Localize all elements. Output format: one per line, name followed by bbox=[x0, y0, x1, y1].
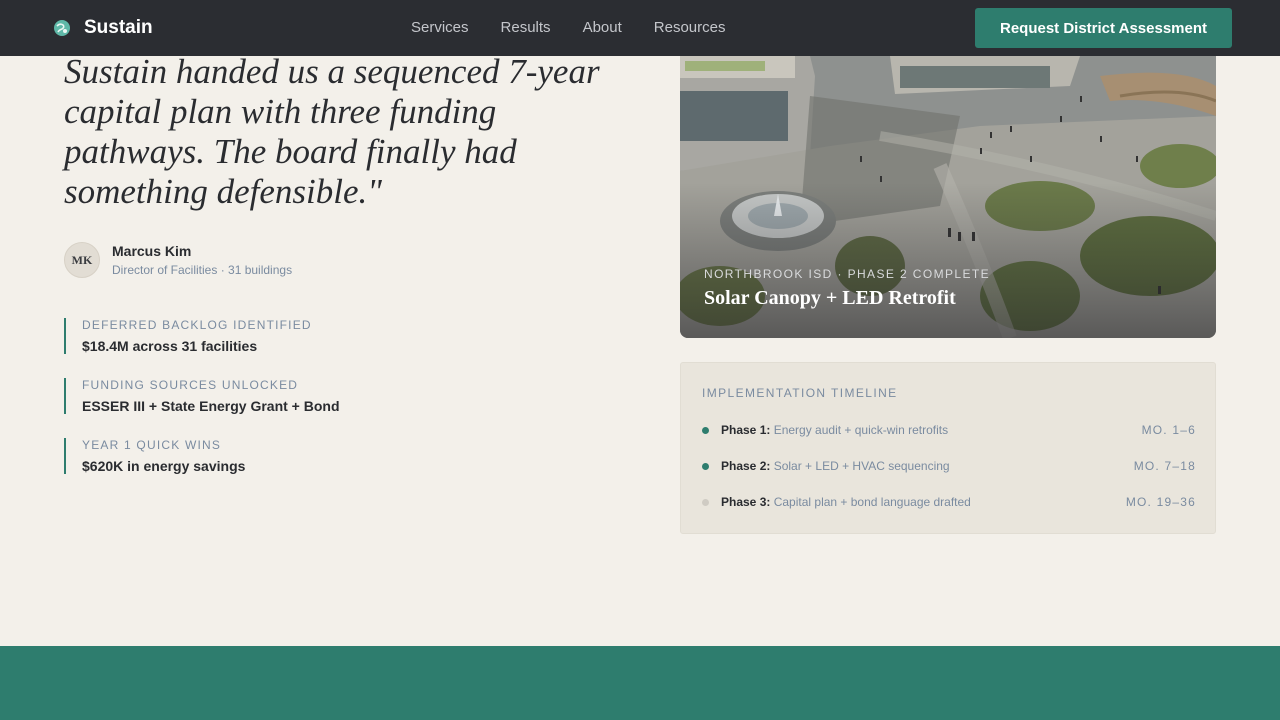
timeline-row-phase-1: Phase 1: Energy audit + quick-win retrof… bbox=[702, 421, 1196, 439]
phase-months: MO. 7–18 bbox=[1133, 459, 1196, 473]
testimonial-quote: Sustain handed us a sequenced 7-year cap… bbox=[64, 52, 600, 211]
nav-link-about[interactable]: About bbox=[583, 19, 622, 36]
phase-desc: Capital plan + bond language drafted bbox=[773, 495, 971, 509]
stat-value: $620K in energy savings bbox=[82, 458, 246, 474]
stat-label: YEAR 1 QUICK WINS bbox=[82, 438, 222, 452]
author-info: Marcus Kim Director of Facilities · 31 b… bbox=[112, 243, 292, 277]
avatar: MK bbox=[64, 242, 100, 278]
project-eyebrow: NORTHBROOK ISD · PHASE 2 COMPLETE bbox=[704, 267, 991, 281]
phase-months: MO. 1–6 bbox=[1141, 423, 1196, 437]
phase-text: Phase 2: Solar + LED + HVAC sequencing bbox=[721, 459, 950, 473]
cta-band bbox=[0, 646, 1280, 720]
brand-name: Sustain bbox=[84, 17, 153, 38]
stat-deferred-backlog: DEFERRED BACKLOG IDENTIFIED $18.4M acros… bbox=[64, 318, 384, 354]
project-title: Solar Canopy + LED Retrofit bbox=[704, 287, 956, 309]
project-photo-card[interactable]: NORTHBROOK ISD · PHASE 2 COMPLETE Solar … bbox=[680, 56, 1216, 338]
phase-label: Phase 2: bbox=[721, 459, 771, 473]
brand[interactable]: Sustain bbox=[52, 15, 153, 41]
stat-quick-wins: YEAR 1 QUICK WINS $620K in energy saving… bbox=[64, 438, 384, 474]
nav-link-services[interactable]: Services bbox=[411, 19, 469, 36]
phase-status-dot bbox=[702, 462, 709, 470]
author-role: Director of Facilities · 31 buildings bbox=[112, 263, 293, 277]
stat-label: FUNDING SOURCES UNLOCKED bbox=[82, 378, 299, 392]
phase-desc: Solar + LED + HVAC sequencing bbox=[773, 459, 950, 473]
top-nav: Sustain Services Results About Resources… bbox=[0, 0, 1280, 56]
timeline-row-phase-2: Phase 2: Solar + LED + HVAC sequencing M… bbox=[702, 457, 1196, 475]
phase-months: MO. 19–36 bbox=[1125, 495, 1196, 509]
author-name: Marcus Kim bbox=[112, 243, 192, 259]
timeline-row-phase-3: Phase 3: Capital plan + bond language dr… bbox=[702, 493, 1196, 511]
nav-links: Services Results About Resources bbox=[411, 19, 725, 36]
globe-leaf-icon bbox=[54, 20, 70, 36]
testimonial-author: MK Marcus Kim Director of Facilities · 3… bbox=[64, 242, 292, 278]
phase-desc: Energy audit + quick-win retrofits bbox=[773, 423, 949, 437]
stat-value: ESSER III + State Energy Grant + Bond bbox=[82, 398, 340, 414]
implementation-timeline: IMPLEMENTATION TIMELINE Phase 1: Energy … bbox=[680, 362, 1216, 534]
timeline-title: IMPLEMENTATION TIMELINE bbox=[702, 386, 898, 400]
phase-label: Phase 1: bbox=[721, 423, 771, 437]
stat-funding-sources: FUNDING SOURCES UNLOCKED ESSER III + Sta… bbox=[64, 378, 384, 414]
phase-status-dot bbox=[702, 426, 709, 434]
phase-text: Phase 1: Energy audit + quick-win retrof… bbox=[721, 423, 948, 437]
stat-value: $18.4M across 31 facilities bbox=[82, 338, 258, 354]
nav-link-resources[interactable]: Resources bbox=[654, 19, 726, 36]
request-assessment-button[interactable]: Request District Assessment bbox=[975, 8, 1232, 48]
phase-label: Phase 3: bbox=[721, 495, 771, 509]
phase-status-dot bbox=[702, 498, 709, 506]
nav-link-results[interactable]: Results bbox=[501, 19, 551, 36]
phase-text: Phase 3: Capital plan + bond language dr… bbox=[721, 495, 971, 509]
stat-label: DEFERRED BACKLOG IDENTIFIED bbox=[82, 318, 312, 332]
